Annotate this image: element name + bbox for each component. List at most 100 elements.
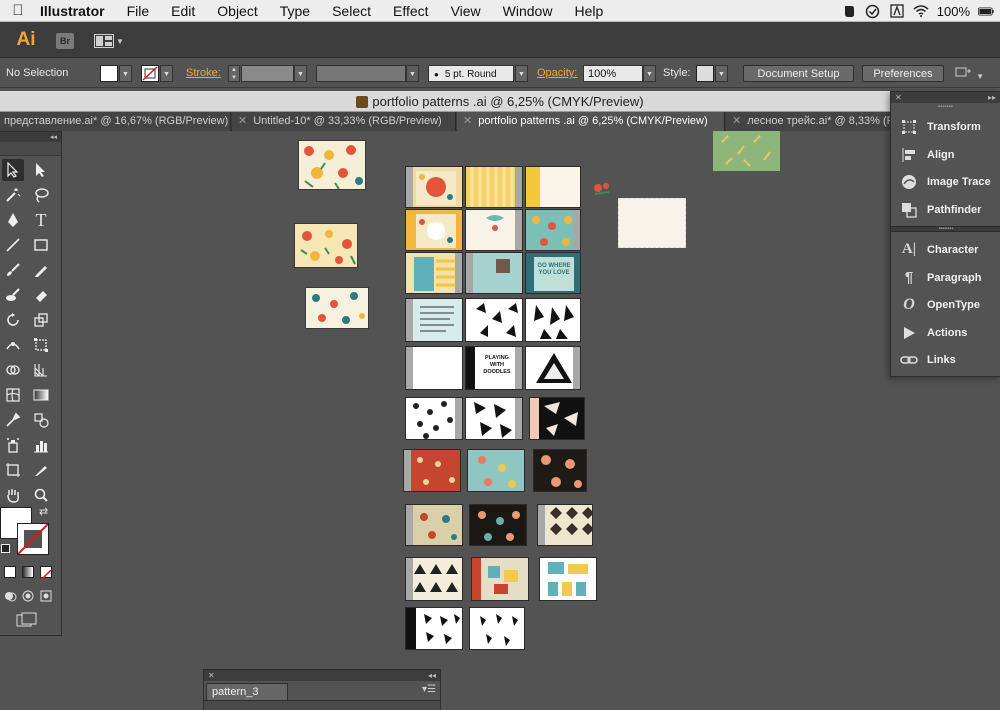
- panel-pathfinder[interactable]: Pathfinder: [891, 196, 1000, 223]
- blob-brush-tool[interactable]: [2, 284, 24, 306]
- battery-icon[interactable]: [978, 3, 994, 19]
- artboard[interactable]: [469, 607, 525, 650]
- artboard[interactable]: [465, 209, 523, 251]
- pencil-tool[interactable]: [30, 259, 52, 281]
- menu-object[interactable]: Object: [206, 3, 268, 19]
- artboard[interactable]: [405, 607, 463, 650]
- artboard[interactable]: [533, 449, 587, 492]
- artboard[interactable]: [539, 557, 597, 601]
- swap-fill-stroke-icon[interactable]: ⇄: [39, 505, 48, 518]
- artboard[interactable]: [525, 209, 581, 251]
- panel-paragraph[interactable]: ¶ Paragraph: [891, 264, 1000, 291]
- fill-swatch[interactable]: [100, 65, 118, 82]
- width-tool[interactable]: [2, 334, 24, 356]
- style-dropdown[interactable]: ▼: [715, 65, 728, 82]
- eyedropper-tool[interactable]: [2, 409, 24, 431]
- arrange-documents-button[interactable]: ▼: [94, 33, 124, 49]
- rotate-tool[interactable]: [2, 309, 24, 331]
- screen-mode-button[interactable]: [16, 612, 38, 628]
- pattern-panel-header[interactable]: ✕ ◂◂: [204, 670, 440, 681]
- close-icon[interactable]: ✕: [732, 115, 741, 127]
- menu-type[interactable]: Type: [269, 3, 321, 19]
- draw-inside-button[interactable]: [39, 589, 53, 603]
- stroke-dropdown[interactable]: ▼: [160, 65, 173, 82]
- variable-width-field[interactable]: [316, 65, 406, 82]
- artboard[interactable]: [405, 346, 463, 390]
- variable-width-dropdown[interactable]: ▼: [406, 65, 419, 82]
- symbol-sprayer-tool[interactable]: [2, 434, 24, 456]
- color-mode-button[interactable]: [4, 566, 16, 578]
- artboard[interactable]: [465, 166, 523, 208]
- leaf-artwork[interactable]: [713, 131, 780, 171]
- paintbrush-tool[interactable]: [2, 259, 24, 281]
- artboard[interactable]: [405, 166, 463, 208]
- tab-untitled-10[interactable]: ✕ Untitled-10* @ 33,33% (RGB/Preview): [232, 112, 456, 131]
- menu-edit[interactable]: Edit: [160, 3, 206, 19]
- floral-artwork-1[interactable]: [298, 140, 366, 190]
- lasso-tool[interactable]: [30, 184, 52, 206]
- close-icon[interactable]: ✕: [238, 115, 247, 127]
- panel-opentype[interactable]: O OpenType: [891, 291, 1000, 318]
- control-panel-menu[interactable]: ▼: [955, 65, 985, 82]
- collapse-icon[interactable]: ◂◂: [428, 670, 436, 681]
- artboard[interactable]: [405, 209, 463, 251]
- rectangle-tool[interactable]: [30, 234, 52, 256]
- default-colors-icon[interactable]: [1, 544, 10, 553]
- brush-definition-field[interactable]: ● 5 pt. Round: [428, 65, 514, 82]
- mesh-tool[interactable]: [2, 384, 24, 406]
- stroke-label[interactable]: Stroke:: [186, 65, 221, 82]
- opacity-dropdown[interactable]: ▼: [643, 65, 656, 82]
- floral-artwork-3[interactable]: [305, 287, 369, 329]
- selection-tool[interactable]: [2, 159, 24, 181]
- collapse-icon[interactable]: ▸▸: [988, 92, 1000, 103]
- artboard[interactable]: [465, 397, 523, 440]
- stroke-weight-dropdown[interactable]: ▼: [294, 65, 307, 82]
- perspective-grid-tool[interactable]: [30, 359, 52, 381]
- preferences-button[interactable]: Preferences: [862, 65, 944, 82]
- magic-wand-tool[interactable]: [2, 184, 24, 206]
- line-segment-tool[interactable]: [2, 234, 24, 256]
- draw-behind-button[interactable]: [21, 589, 35, 603]
- column-graph-tool[interactable]: [30, 434, 52, 456]
- tools-panel-header[interactable]: ◂◂: [0, 132, 61, 142]
- artboard-tool[interactable]: [2, 459, 24, 481]
- close-icon[interactable]: ✕: [208, 670, 215, 681]
- blend-tool[interactable]: [30, 409, 52, 431]
- checkmark-icon[interactable]: [865, 3, 881, 19]
- zoom-tool[interactable]: [30, 484, 52, 506]
- artboard[interactable]: [405, 504, 463, 546]
- artboard[interactable]: [525, 166, 581, 208]
- none-mode-button[interactable]: [40, 566, 52, 581]
- artboard-canvas[interactable]: GO WHERE YOU LOVE PLAYING WITH DOODLES: [63, 131, 890, 710]
- free-transform-tool[interactable]: [30, 334, 52, 356]
- artboard[interactable]: [469, 504, 527, 546]
- artboard[interactable]: [471, 557, 529, 601]
- type-tool[interactable]: T: [30, 209, 52, 231]
- panel-group-grip[interactable]: ▪▪▪▪▪▪▪: [891, 103, 1000, 111]
- panel-image-trace[interactable]: Image Trace: [891, 168, 1000, 195]
- menu-file[interactable]: File: [116, 3, 161, 19]
- menu-window[interactable]: Window: [492, 3, 564, 19]
- artboard[interactable]: [405, 252, 463, 294]
- menu-app[interactable]: Illustrator: [36, 3, 116, 19]
- panel-actions[interactable]: Actions: [891, 319, 1000, 346]
- artboard[interactable]: [525, 346, 581, 390]
- artboard[interactable]: [467, 449, 525, 492]
- pen-tool[interactable]: [2, 209, 24, 231]
- artboard[interactable]: [525, 298, 581, 342]
- white-frame-artwork[interactable]: [618, 198, 686, 248]
- artboard[interactable]: [405, 557, 463, 601]
- pattern-panel-tab[interactable]: pattern_3: [206, 683, 288, 700]
- artboard[interactable]: [465, 298, 523, 342]
- panel-links[interactable]: Links: [891, 346, 1000, 373]
- bridge-button[interactable]: Br: [56, 33, 74, 49]
- stroke-weight-field[interactable]: [241, 65, 294, 82]
- apple-icon[interactable]: : [0, 2, 36, 19]
- draw-normal-button[interactable]: [3, 589, 17, 603]
- panel-align[interactable]: Align: [891, 141, 1000, 168]
- slice-tool[interactable]: [30, 459, 52, 481]
- menu-help[interactable]: Help: [563, 3, 614, 19]
- menu-view[interactable]: View: [440, 3, 492, 19]
- close-icon[interactable]: ✕: [463, 115, 472, 127]
- stroke-color-box[interactable]: [17, 523, 49, 555]
